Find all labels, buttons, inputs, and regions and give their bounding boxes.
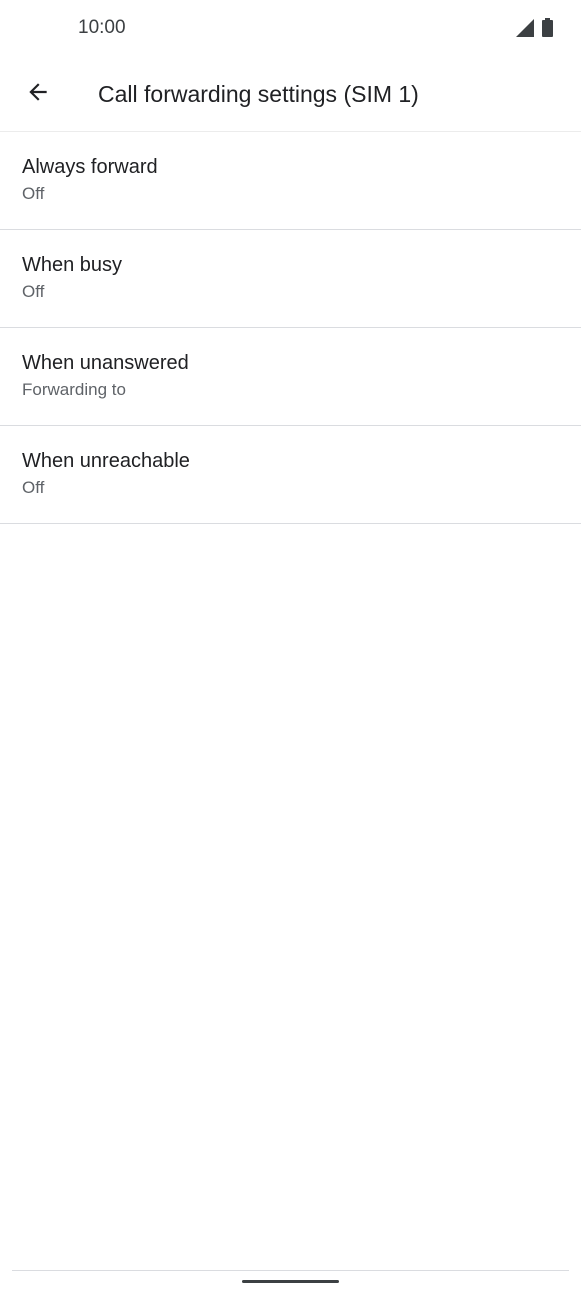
item-title: When busy (22, 254, 123, 276)
list-item-when-unreachable[interactable]: When unreachable Off (0, 426, 581, 524)
item-summary: Forwarding to (22, 380, 126, 399)
app-bar: Call forwarding settings (SIM 1) (0, 56, 581, 132)
item-title: When unanswered (22, 352, 189, 374)
item-summary: Off (22, 478, 45, 497)
list-item-when-busy[interactable]: When busy Off (0, 230, 581, 328)
signal-icon (516, 19, 534, 42)
status-time: 10:00 (78, 17, 126, 38)
item-summary: Off (22, 282, 45, 301)
item-summary: Off (22, 184, 45, 203)
back-button[interactable] (14, 70, 62, 118)
status-bar: 10:00 (0, 0, 581, 56)
forwarding-options-list: Always forward Off When busy Off When un… (0, 132, 581, 524)
status-icons (516, 18, 553, 42)
navigation-bar-divider (12, 1270, 569, 1271)
arrow-back-icon (25, 79, 51, 110)
battery-icon (542, 18, 553, 42)
gesture-nav-handle[interactable] (242, 1280, 339, 1283)
item-title: Always forward (22, 156, 158, 178)
page-title: Call forwarding settings (SIM 1) (98, 81, 419, 107)
list-item-when-unanswered[interactable]: When unanswered Forwarding to (0, 328, 581, 426)
item-title: When unreachable (22, 450, 190, 472)
list-item-always-forward[interactable]: Always forward Off (0, 132, 581, 230)
